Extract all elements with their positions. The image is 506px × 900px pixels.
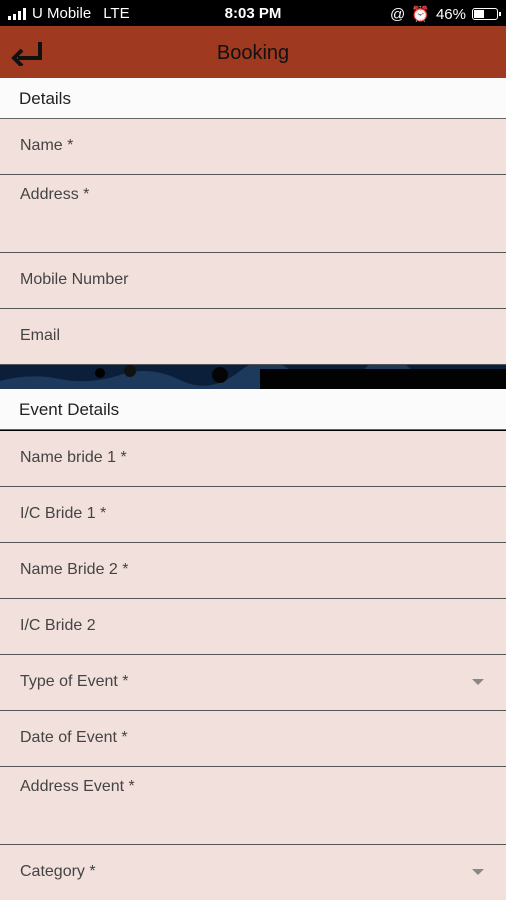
battery-icon [472, 8, 501, 20]
category-label: Category * [20, 863, 96, 880]
ic-bride-1-field[interactable]: I/C Bride 1 * [0, 487, 506, 543]
mobile-number-field[interactable]: Mobile Number [0, 253, 506, 309]
name-bride-2-label: Name Bride 2 * [20, 561, 129, 578]
date-of-event-field[interactable]: Date of Event * [0, 711, 506, 767]
address-label: Address * [20, 186, 90, 203]
alarm-icon: ⏰ [411, 6, 430, 23]
status-right: @ ⏰ 46% [390, 5, 501, 23]
name-bride-2-field[interactable]: Name Bride 2 * [0, 543, 506, 599]
chevron-down-icon [472, 679, 484, 685]
type-of-event-label: Type of Event * [20, 673, 129, 690]
address-event-label: Address Event * [20, 778, 135, 795]
address-event-field[interactable]: Address Event * [0, 767, 506, 845]
ic-bride-1-label: I/C Bride 1 * [20, 505, 107, 522]
page-title: Booking [216, 42, 290, 64]
name-field[interactable]: Name * [0, 119, 506, 175]
chevron-down-icon [472, 869, 484, 875]
status-bar: U Mobile LTE 8:03 PM @ ⏰ 46% [0, 0, 506, 26]
section-details-header: Details [0, 78, 506, 119]
mobile-number-label: Mobile Number [20, 271, 129, 288]
battery-percent: 46% [435, 5, 466, 23]
ic-bride-2-field[interactable]: I/C Bride 2 [0, 599, 506, 655]
background-image-strip [0, 365, 506, 389]
name-bride-1-field[interactable]: Name bride 1 * [0, 431, 506, 487]
name-label: Name * [20, 137, 74, 154]
section-event-details-header: Event Details [0, 389, 506, 430]
type-of-event-select[interactable]: Type of Event * [0, 655, 506, 711]
email-label: Email [20, 327, 61, 344]
email-field[interactable]: Email [0, 309, 506, 365]
ic-bride-2-label: I/C Bride 2 [20, 617, 96, 634]
orientation-lock-icon: @ [390, 5, 406, 23]
app-header: Booking [0, 26, 506, 78]
date-of-event-label: Date of Event * [20, 729, 128, 746]
category-select[interactable]: Category * [0, 845, 506, 900]
name-bride-1-label: Name bride 1 * [20, 449, 127, 466]
address-field[interactable]: Address * [0, 175, 506, 253]
